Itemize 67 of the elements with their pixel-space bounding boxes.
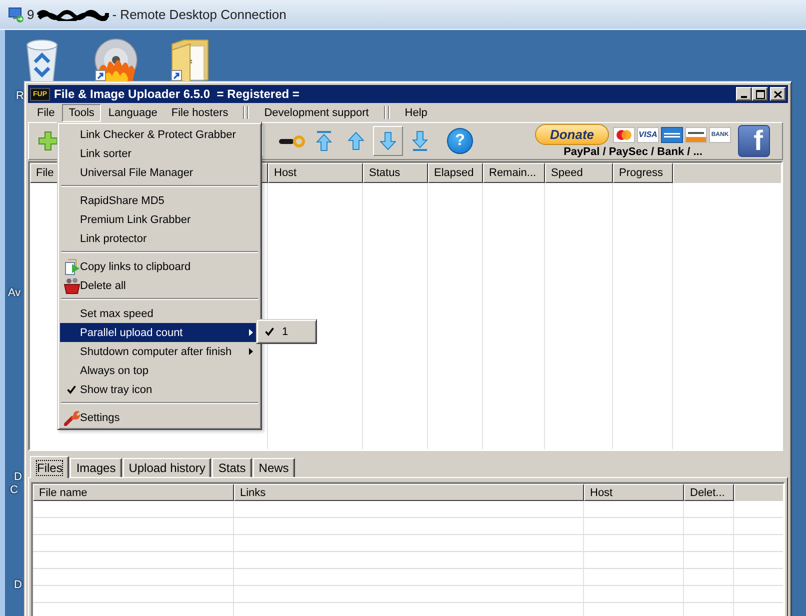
close-icon bbox=[774, 90, 782, 98]
host-name-text: 9 bbox=[27, 7, 34, 22]
window-title: - Remote Desktop Connection bbox=[112, 7, 286, 22]
arrow-down-icon bbox=[380, 132, 396, 150]
column-header[interactable]: Host bbox=[268, 163, 363, 183]
menu-item[interactable]: Premium Link Grabber bbox=[60, 210, 259, 229]
desktop-icon-label: C bbox=[10, 484, 18, 497]
column-header[interactable]: Links bbox=[234, 484, 584, 501]
card-icon bbox=[661, 126, 683, 142]
folder-icon bbox=[170, 38, 210, 82]
minimize-button[interactable] bbox=[736, 87, 752, 101]
menu-item[interactable]: Link protector bbox=[60, 229, 259, 248]
card-logo: VISA bbox=[637, 126, 659, 142]
tab[interactable]: Files bbox=[30, 456, 70, 478]
document-arrow-icon bbox=[64, 258, 80, 274]
desktop-icon-label: R bbox=[16, 90, 24, 103]
submenu-item[interactable]: 1 bbox=[259, 323, 314, 340]
social-button[interactable]: f bbox=[738, 125, 770, 157]
menu-item[interactable]: Copy links to clipboard bbox=[60, 257, 259, 276]
menu-item[interactable]: Link Checker & Protect Grabber bbox=[60, 125, 259, 144]
menu-bar-item[interactable]: Help bbox=[398, 104, 434, 122]
menu-item[interactable]: Show tray icon bbox=[60, 380, 259, 399]
window-title: File & Image Uploader 6.5.0 = Registered = bbox=[54, 87, 300, 101]
desktop-icon-label: D bbox=[14, 471, 22, 484]
arrow-up-icon bbox=[348, 132, 364, 150]
menu-item[interactable]: Universal File Manager bbox=[60, 163, 259, 182]
tab[interactable]: Stats bbox=[212, 458, 252, 477]
menu-item[interactable]: Always on top bbox=[60, 361, 259, 380]
tab[interactable]: Images bbox=[70, 458, 122, 477]
basket-icon bbox=[64, 278, 80, 294]
column-header[interactable]: Elapsed bbox=[428, 163, 483, 183]
arrow-top-icon bbox=[316, 131, 332, 151]
plus-icon bbox=[38, 131, 58, 151]
overlapping-circles-icon bbox=[613, 126, 635, 142]
menu-item[interactable]: RapidShare MD5 bbox=[60, 191, 259, 210]
menu-bar-item[interactable]: File bbox=[30, 104, 62, 122]
maximize-icon bbox=[756, 90, 764, 98]
menu-bar-item[interactable]: Development support bbox=[257, 104, 376, 122]
menu-item[interactable]: Parallel upload count bbox=[60, 323, 259, 342]
column-header[interactable]: Remain... bbox=[483, 163, 545, 183]
column-header[interactable]: Host bbox=[584, 484, 684, 501]
payment-caption: PayPal / PaySec / Bank / ... bbox=[564, 146, 702, 158]
column-header[interactable]: Speed bbox=[545, 163, 613, 183]
menu-item[interactable]: Shutdown computer after finish bbox=[60, 342, 259, 361]
wrench-icon bbox=[64, 410, 80, 426]
close-button[interactable] bbox=[770, 87, 786, 101]
menu-item[interactable]: Set max speed bbox=[60, 304, 259, 323]
tab[interactable]: Upload history bbox=[122, 458, 212, 477]
maximize-button[interactable] bbox=[752, 87, 768, 101]
donate-button[interactable]: Donate bbox=[535, 124, 609, 145]
column-header[interactable]: File name bbox=[33, 484, 234, 501]
menu-item[interactable]: Settings bbox=[60, 408, 259, 427]
column-header[interactable]: Delet... bbox=[684, 484, 734, 501]
column-header[interactable]: Status bbox=[363, 163, 428, 183]
menu-bar-item[interactable]: Language bbox=[101, 104, 164, 122]
computer-icon bbox=[8, 6, 24, 22]
menu-bar-item[interactable]: File hosters bbox=[164, 104, 236, 122]
striped-card-icon bbox=[685, 126, 707, 142]
tab[interactable]: News bbox=[252, 458, 295, 477]
menu-item[interactable]: Delete all bbox=[60, 276, 259, 295]
menu-bar-item[interactable]: Tools bbox=[62, 104, 102, 122]
column-header[interactable]: Progress bbox=[613, 163, 673, 183]
arrow-bottom-icon bbox=[412, 131, 428, 151]
key-icon bbox=[279, 134, 305, 148]
menu-item[interactable]: Link sorter bbox=[60, 144, 259, 163]
desktop-icon-label: Av bbox=[8, 287, 21, 300]
desktop-icon-label: D bbox=[14, 579, 22, 592]
